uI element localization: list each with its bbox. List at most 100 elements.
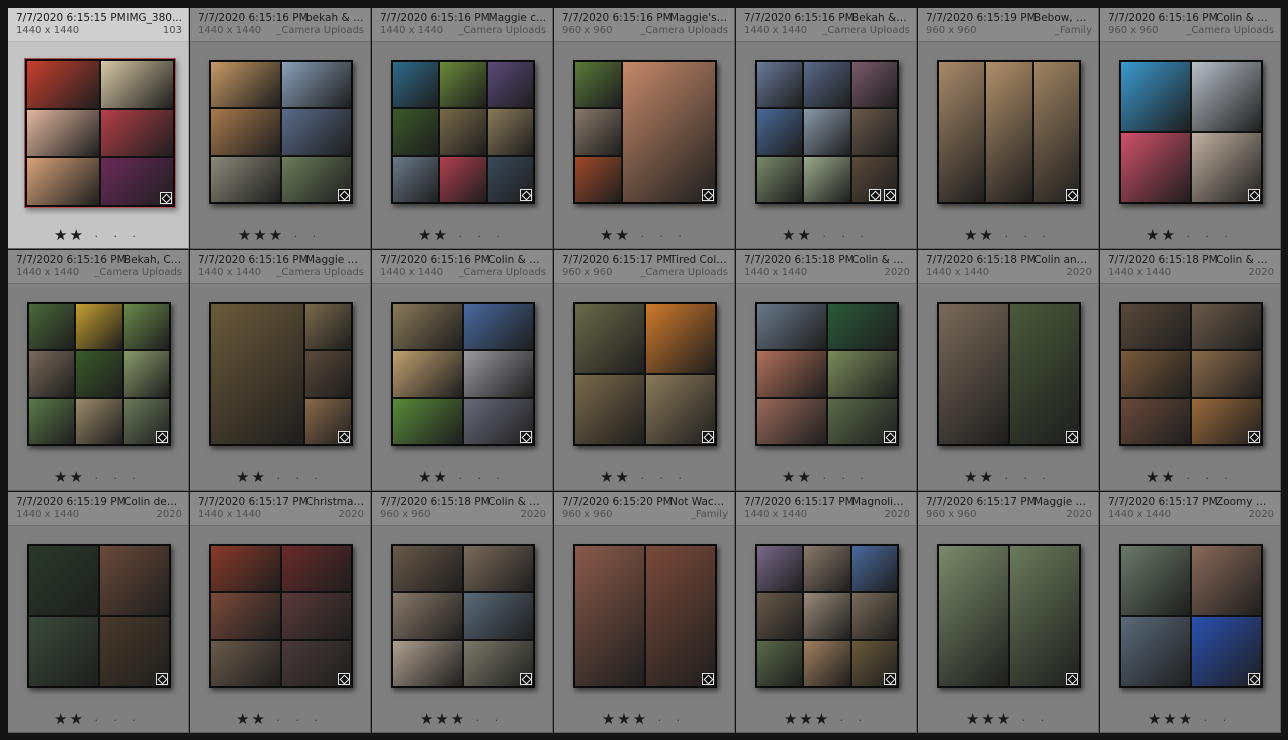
star-rating[interactable]: ★★★ · · bbox=[736, 710, 916, 728]
thumbnail-cell[interactable]: 7/7/2020 6:15:16 PM Bekah & k... 1440 x 14… bbox=[736, 8, 917, 249]
star-rating[interactable]: ★★ · · · bbox=[554, 226, 734, 244]
thumbnail-cell[interactable]: 7/7/2020 6:15:16 PM Colin & M... 960 x 960… bbox=[1100, 8, 1281, 249]
photo-thumbnail[interactable] bbox=[27, 544, 171, 688]
photo-thumbnail[interactable] bbox=[937, 544, 1081, 688]
star-rating[interactable]: ★★ · · · bbox=[372, 468, 552, 486]
thumbnail-cell[interactable]: 7/7/2020 6:15:17 PM Christmas... 1440 x 14… bbox=[190, 492, 371, 733]
folder-name: _Camera Uploads bbox=[276, 267, 364, 278]
star-rating[interactable]: ★★ · · · bbox=[190, 468, 370, 486]
thumbnail-cell[interactable]: 7/7/2020 6:15:17 PM Zoomy M... 1440 x 1440… bbox=[1100, 492, 1281, 733]
star-rating[interactable]: ★★ · · · bbox=[372, 226, 552, 244]
photo-thumbnail[interactable] bbox=[209, 302, 353, 446]
edit-badge-icon bbox=[702, 673, 714, 685]
photo-thumbnail[interactable] bbox=[937, 302, 1081, 446]
collage-image bbox=[1121, 546, 1261, 686]
empty-star-dots: · · · bbox=[630, 230, 688, 243]
star-rating[interactable]: ★★ · · · bbox=[736, 226, 916, 244]
folder-name: _Family bbox=[690, 509, 728, 520]
thumbnail-cell[interactable]: 7/7/2020 6:15:19 PM Colin dec... 1440 x 14… bbox=[8, 492, 189, 733]
thumbnail-cell[interactable]: 7/7/2020 6:15:18 PM Colin & M... 1440 x 14… bbox=[1100, 250, 1281, 491]
star-rating[interactable]: ★★ · · · bbox=[736, 468, 916, 486]
thumbnail-cell[interactable]: 7/7/2020 6:15:17 PM Tired Coli... 960 x 96… bbox=[554, 250, 735, 491]
collage-image bbox=[757, 304, 897, 444]
file-name: Bekah, Cu... bbox=[124, 254, 182, 266]
cell-metadata-header: 7/7/2020 6:15:17 PM Tired Coli... 960 x 96… bbox=[554, 250, 734, 284]
photo-thumbnail[interactable] bbox=[1119, 544, 1263, 688]
thumbnail-cell[interactable]: 7/7/2020 6:15:17 PM Magnolia'... 1440 x 14… bbox=[736, 492, 917, 733]
photo-thumbnail[interactable] bbox=[573, 302, 717, 446]
capture-time: 7/7/2020 6:15:18 PM bbox=[744, 254, 854, 266]
thumbnail-cell[interactable]: 7/7/2020 6:15:17 PM Maggie w... 960 x 960 2… bbox=[918, 492, 1099, 733]
cell-metadata-header: 7/7/2020 6:15:18 PM Colin & M... 1440 x 14… bbox=[736, 250, 916, 284]
star-rating[interactable]: ★★ · · · bbox=[8, 468, 188, 486]
photo-thumbnail[interactable] bbox=[391, 60, 535, 204]
left-panel-edge bbox=[0, 0, 8, 740]
thumbnail-cell[interactable]: 7/7/2020 6:15:16 PM Maggie c... 1440 x 144… bbox=[372, 8, 553, 249]
star-rating[interactable]: ★★★ · · bbox=[372, 710, 552, 728]
photo-thumbnail[interactable] bbox=[209, 544, 353, 688]
photo-tile bbox=[804, 156, 850, 202]
photo-thumbnail[interactable] bbox=[573, 544, 717, 688]
crop-badge-icon bbox=[869, 189, 881, 201]
photo-thumbnail[interactable] bbox=[1119, 302, 1263, 446]
thumbnail-cell[interactable]: 7/7/2020 6:15:18 PM Colin & M... 1440 x 14… bbox=[736, 250, 917, 491]
star-rating[interactable]: ★★ · · · bbox=[1100, 226, 1280, 244]
photo-tile bbox=[76, 351, 122, 397]
capture-time: 7/7/2020 6:15:16 PM bbox=[1108, 12, 1218, 24]
photo-thumbnail[interactable] bbox=[1119, 60, 1263, 204]
thumbnail-cell[interactable]: 7/7/2020 6:15:18 PM Colin & M... 960 x 960… bbox=[372, 492, 553, 733]
photo-thumbnail[interactable] bbox=[209, 60, 353, 204]
empty-star-dots: · · · bbox=[448, 230, 506, 243]
photo-tile bbox=[757, 304, 826, 350]
photo-thumbnail[interactable] bbox=[391, 302, 535, 446]
empty-star-dots: · · · bbox=[266, 714, 324, 727]
star-rating[interactable]: ★★ · · · bbox=[8, 226, 188, 244]
cell-metadata-header: 7/7/2020 6:15:16 PM bekah & k... 1440 x 14… bbox=[190, 8, 370, 42]
star-rating[interactable]: ★★ · · · bbox=[918, 468, 1098, 486]
photo-tile bbox=[464, 546, 533, 592]
image-dimensions: 960 x 960 bbox=[562, 25, 613, 36]
star-rating[interactable]: ★★★ · · bbox=[190, 226, 370, 244]
photo-thumbnail[interactable] bbox=[24, 58, 176, 208]
photo-tile bbox=[393, 62, 439, 108]
photo-thumbnail[interactable] bbox=[755, 544, 899, 688]
photo-tile bbox=[123, 304, 169, 350]
star-rating[interactable]: ★★ · · · bbox=[190, 710, 370, 728]
photo-thumbnail[interactable] bbox=[755, 60, 899, 204]
star-rating[interactable]: ★★ · · · bbox=[1100, 468, 1280, 486]
file-name: Colin & M... bbox=[1216, 12, 1274, 24]
thumbnail-cell[interactable]: 7/7/2020 6:15:19 PM Bebow, m... 960 x 960 _… bbox=[918, 8, 1099, 249]
thumbnail-cell[interactable]: 7/7/2020 6:15:16 PM Maggie's ... 960 x 960… bbox=[554, 8, 735, 249]
capture-time: 7/7/2020 6:15:16 PM bbox=[744, 12, 854, 24]
cell-metadata-header: 7/7/2020 6:15:17 PM Zoomy M... 1440 x 1440… bbox=[1100, 492, 1280, 526]
photo-thumbnail[interactable] bbox=[937, 60, 1081, 204]
thumbnail-cell[interactable]: 7/7/2020 6:15:18 PM Colin and ... 1440 x 1… bbox=[918, 250, 1099, 491]
photo-thumbnail[interactable] bbox=[755, 302, 899, 446]
thumbnail-cell[interactable]: 7/7/2020 6:15:20 PM Not Wack... 960 x 960 _… bbox=[554, 492, 735, 733]
star-rating[interactable]: ★★★ · · bbox=[918, 710, 1098, 728]
thumbnail-cell[interactable]: 7/7/2020 6:15:15 PM IMG_380... 1440 x 1440… bbox=[8, 8, 189, 249]
empty-star-dots: · · · bbox=[1176, 472, 1234, 485]
photo-thumbnail[interactable] bbox=[391, 544, 535, 688]
star-rating[interactable]: ★★ · · · bbox=[918, 226, 1098, 244]
photo-tile bbox=[757, 351, 826, 397]
thumbnail-cell[interactable]: 7/7/2020 6:15:16 PM Maggie at... 1440 x 14… bbox=[190, 250, 371, 491]
thumbnail-cell[interactable]: 7/7/2020 6:15:16 PM Bekah, Cu... 1440 x 14… bbox=[8, 250, 189, 491]
star-rating[interactable]: ★★ · · · bbox=[8, 710, 188, 728]
image-dimensions: 1440 x 1440 bbox=[744, 25, 808, 36]
star-rating[interactable]: ★★ · · · bbox=[554, 468, 734, 486]
cell-metadata-header: 7/7/2020 6:15:17 PM Maggie w... 960 x 960 2… bbox=[918, 492, 1098, 526]
collage-image bbox=[27, 61, 173, 205]
photo-tile bbox=[282, 109, 351, 155]
photo-thumbnail[interactable] bbox=[573, 60, 717, 204]
star-rating[interactable]: ★★★ · · bbox=[1100, 710, 1280, 728]
star-rating[interactable]: ★★★ · · bbox=[554, 710, 734, 728]
cell-metadata-header: 7/7/2020 6:15:15 PM IMG_380... 1440 x 1440… bbox=[8, 8, 188, 42]
cell-metadata-header: 7/7/2020 6:15:17 PM Christmas... 1440 x 14… bbox=[190, 492, 370, 526]
photo-thumbnail[interactable] bbox=[27, 302, 171, 446]
thumbnail-cell[interactable]: 7/7/2020 6:15:16 PM bekah & k... 1440 x 14… bbox=[190, 8, 371, 249]
file-name: Zoomy M... bbox=[1216, 496, 1274, 508]
thumbnail-cell[interactable]: 7/7/2020 6:15:16 PM Colin & M... 1440 x 14… bbox=[372, 250, 553, 491]
photo-tile bbox=[757, 593, 803, 639]
photo-tile bbox=[804, 109, 850, 155]
